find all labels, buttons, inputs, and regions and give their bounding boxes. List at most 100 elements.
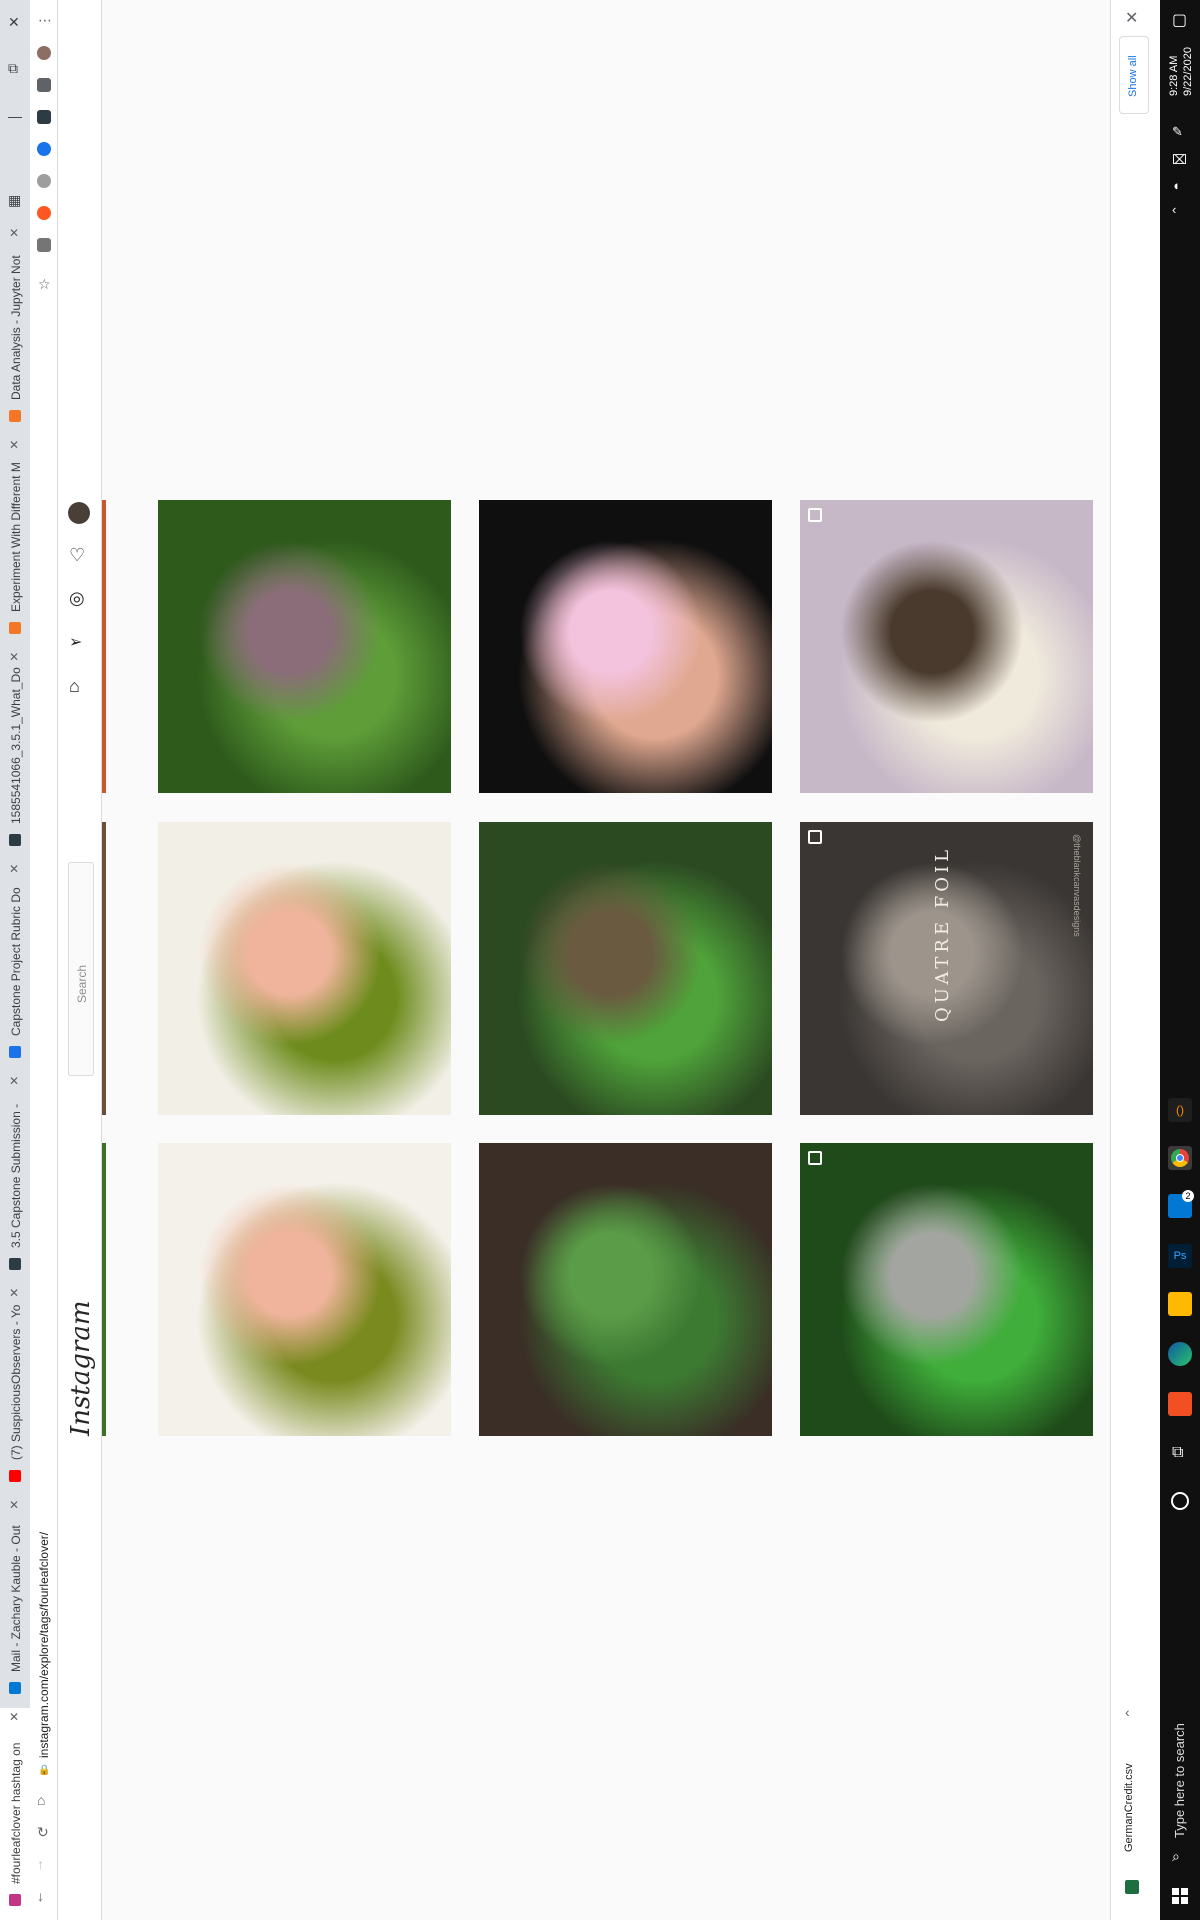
post-thumbnail[interactable] (479, 1143, 772, 1436)
tab-item[interactable]: Mail - Zachary Kauble - Out ✕ (0, 1496, 30, 1708)
search-placeholder: Search (75, 964, 89, 1003)
tab-favicon-icon (9, 410, 21, 422)
search-icon[interactable]: ⌕ (1172, 1848, 1180, 1865)
carousel-icon (808, 830, 822, 844)
tab-item[interactable]: 1585541066_3.5.1_What_Do ✕ (0, 648, 30, 860)
network-icon[interactable]: ⌧ (1172, 152, 1187, 168)
show-hidden-icons-icon[interactable]: ‹ (1172, 202, 1176, 217)
post-thumbnail[interactable] (479, 500, 772, 793)
post-thumbnail[interactable] (800, 500, 1093, 793)
tab-item[interactable]: 3.5 Capstone Submission - ✕ (0, 1072, 30, 1284)
cortana-icon[interactable] (1171, 1492, 1189, 1510)
tab-title: Mail - Zachary Kauble - Out (9, 1525, 23, 1672)
download-filename[interactable]: GermanCredit.csv (1123, 1732, 1135, 1852)
post-credit-text: @theblankcanvasdesigns (1072, 834, 1082, 937)
outlook-icon[interactable]: 2 (1168, 1190, 1194, 1218)
tab-favicon-icon (9, 834, 21, 846)
post-thumbnail[interactable] (158, 1143, 451, 1436)
tab-strip: #fourleafclover hashtag on ✕ Mail - Zach… (0, 0, 30, 1920)
edge-icon[interactable] (1168, 1342, 1192, 1366)
extension-icon-5[interactable] (37, 238, 51, 252)
windows-taskbar: ▢ 9:28 AM 9/22/2020 ✎ ⌧ ◖ ‹ () 2 Ps ⧉ Ty… (1160, 0, 1200, 1920)
post-edge-partial (102, 1143, 106, 1436)
tab-item[interactable]: Capstone Project Rubric Do ✕ (0, 860, 30, 1072)
chevron-icon[interactable]: ‹ (1125, 1704, 1130, 1720)
forward-icon: ↑ (37, 1856, 44, 1872)
windows-start-icon[interactable] (1172, 1888, 1188, 1904)
tab-title: #fourleafclover hashtag on (9, 1742, 23, 1884)
home-icon[interactable]: ⌂ (69, 676, 80, 697)
post-edge-partial (102, 500, 106, 793)
profile-avatar[interactable] (68, 502, 90, 524)
home-icon[interactable]: ⌂ (37, 1792, 45, 1808)
photoshop-icon[interactable]: Ps (1168, 1244, 1192, 1268)
post-thumbnail[interactable] (158, 500, 451, 793)
task-view-icon[interactable]: ⧉ (1172, 1444, 1183, 1462)
close-icon[interactable]: ✕ (9, 1286, 19, 1300)
address-bar[interactable]: instagram.com/explore/tags/fourleafclove… (37, 1478, 51, 1758)
close-icon[interactable]: ✕ (9, 1074, 19, 1088)
tab-title: 3.5 Capstone Submission - (9, 1103, 23, 1248)
minimize-icon[interactable]: — (8, 108, 22, 124)
downloads-side-panel: ✕ Show all ‹ GermanCredit.csv (1110, 0, 1160, 1920)
close-icon[interactable]: ✕ (9, 862, 19, 876)
tab-favicon-icon (9, 1046, 21, 1058)
back-icon[interactable]: ↓ (37, 1888, 44, 1904)
mail-badge: 2 (1182, 1190, 1194, 1202)
bookmark-star-icon[interactable]: ☆ (38, 276, 51, 293)
extension-icon-1[interactable] (37, 110, 51, 124)
extension-icon-3[interactable] (37, 174, 51, 188)
extensions-icon[interactable] (37, 78, 51, 92)
tab-item[interactable]: (7) SuspiciousObservers - Yo ✕ (0, 1284, 30, 1496)
tab-title: Data Analysis - Jupyter Not (9, 255, 23, 400)
post-edge-partial (102, 822, 106, 1115)
restore-icon[interactable]: ⧉ (8, 60, 18, 77)
csv-file-icon (1125, 1880, 1139, 1894)
extension-icon-4[interactable] (37, 206, 51, 220)
tab-search-icon[interactable]: ▦ (8, 192, 21, 209)
chrome-icon[interactable] (1168, 1146, 1192, 1170)
instagram-logo[interactable]: Instagram (66, 1300, 96, 1436)
browser-toolbar: ⋯ ☆ instagram.com/explore/tags/fourleafc… (30, 0, 58, 1920)
tab-active[interactable]: #fourleafclover hashtag on ✕ (0, 1708, 30, 1920)
file-explorer-icon[interactable] (1168, 1292, 1192, 1316)
search-input[interactable]: Search (68, 862, 94, 1076)
close-window-icon[interactable]: ✕ (8, 14, 20, 31)
tab-favicon-icon (9, 1682, 21, 1694)
volume-icon[interactable]: ◖ (1172, 178, 1180, 193)
close-icon[interactable]: ✕ (9, 1710, 19, 1724)
instagram-favicon-icon (9, 1894, 21, 1906)
post-thumbnail[interactable] (479, 822, 772, 1115)
post-thumbnail[interactable] (800, 1143, 1093, 1436)
close-icon[interactable]: ✕ (9, 226, 19, 240)
tab-title: Experiment With Different M (9, 462, 23, 612)
close-icon[interactable]: ✕ (9, 1498, 19, 1512)
profile-avatar-icon[interactable] (37, 46, 51, 60)
tab-item[interactable]: Data Analysis - Jupyter Not ✕ (0, 224, 30, 436)
show-all-button[interactable]: Show all (1119, 36, 1149, 114)
close-icon[interactable]: ✕ (9, 438, 19, 452)
reload-icon[interactable]: ↻ (37, 1824, 49, 1841)
more-menu-icon[interactable]: ⋯ (38, 12, 52, 29)
post-thumbnail[interactable] (158, 822, 451, 1115)
tab-item[interactable]: Experiment With Different M ✕ (0, 436, 30, 648)
explore-icon[interactable]: ◎ (69, 588, 85, 609)
tab-title: (7) SuspiciousObservers - Yo (9, 1304, 23, 1460)
post-overlay-text: QUATRE FOIL (932, 845, 953, 1022)
carousel-icon (808, 508, 822, 522)
close-panel-icon[interactable]: ✕ (1125, 8, 1138, 28)
tab-title: Capstone Project Rubric Do (9, 887, 23, 1036)
heart-icon[interactable]: ♡ (69, 545, 85, 566)
post-thumbnail[interactable]: QUATRE FOIL @theblankcanvasdesigns (800, 822, 1093, 1115)
microsoft-store-icon[interactable] (1168, 1392, 1192, 1416)
clock-date[interactable]: 9/22/2020 (1182, 26, 1194, 96)
pen-icon[interactable]: ✎ (1172, 124, 1183, 140)
clock-time[interactable]: 9:28 AM (1168, 36, 1180, 96)
close-icon[interactable]: ✕ (9, 650, 19, 664)
app-icon-brackets[interactable]: () (1168, 1098, 1192, 1122)
extension-icon-2[interactable] (37, 142, 51, 156)
direct-message-icon[interactable]: ➢ (69, 632, 82, 652)
tab-favicon-icon (9, 1470, 21, 1482)
tab-favicon-icon (9, 622, 21, 634)
taskbar-search[interactable]: Type here to search (1172, 1678, 1187, 1838)
